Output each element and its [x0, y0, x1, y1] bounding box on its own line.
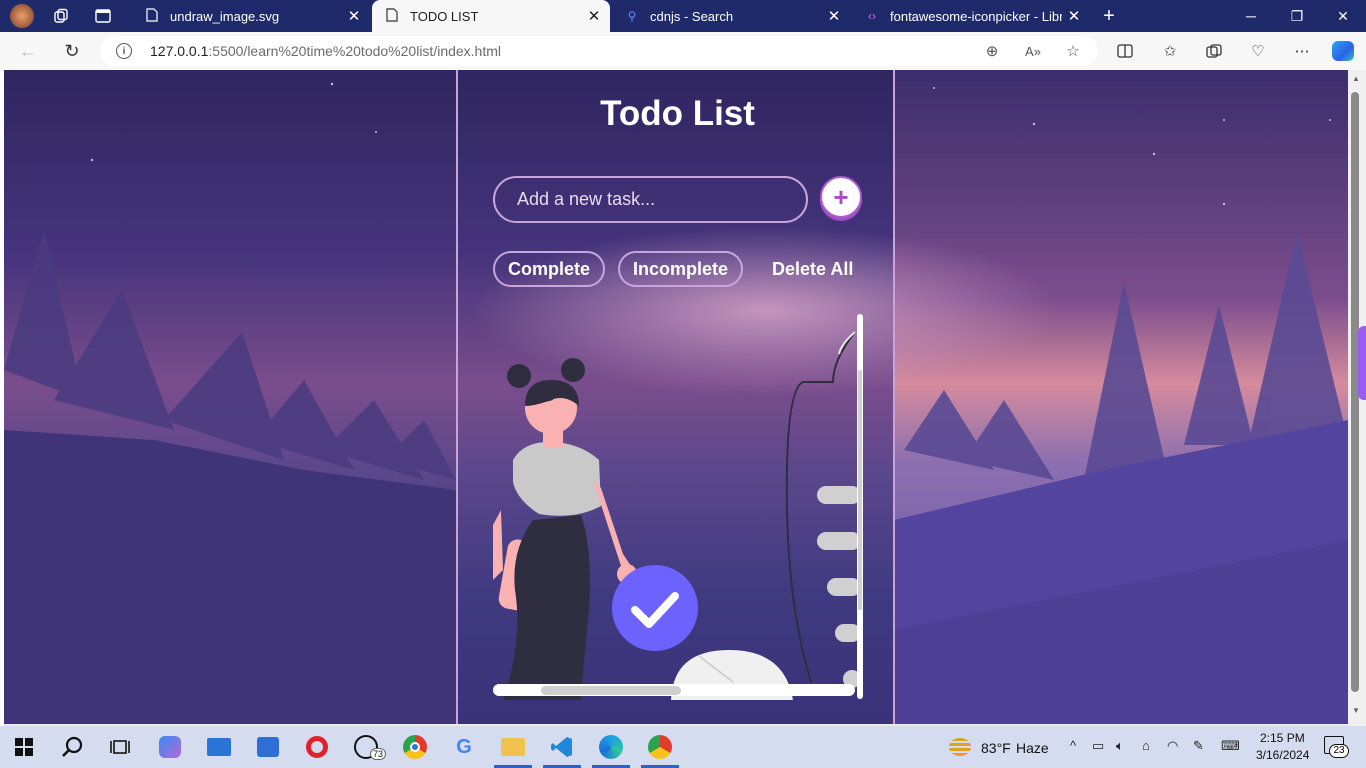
keyboard-icon[interactable]: ⌨	[1221, 738, 1240, 754]
list-vertical-scroll-thumb[interactable]	[858, 370, 862, 610]
notification-count: 23	[1329, 744, 1349, 758]
code-icon: ‹›	[868, 9, 876, 23]
weather-temperature[interactable]: 83°F	[981, 740, 1011, 756]
meet-now-icon[interactable]: ⌂	[1142, 738, 1150, 753]
more-menu-icon[interactable]: ⋯	[1290, 40, 1314, 62]
check-circle-icon	[612, 565, 698, 651]
file-icon	[144, 7, 160, 25]
clock-time[interactable]: 2:15 PM	[1260, 731, 1305, 745]
list-horizontal-scroll-thumb[interactable]	[541, 686, 681, 695]
whatsapp-badge: 73	[370, 748, 387, 760]
close-icon[interactable]: ✕	[1062, 7, 1086, 25]
new-tab-icon[interactable]: +	[1098, 5, 1120, 27]
restore-button[interactable]: ❐	[1274, 0, 1320, 32]
volume-icon[interactable]: 🔈︎	[1116, 738, 1124, 754]
tab-title: TODO LIST	[410, 8, 479, 24]
mail-icon[interactable]	[206, 734, 232, 760]
zoom-icon[interactable]: ⊕	[981, 41, 1003, 61]
browser-essentials-icon[interactable]: ♡	[1246, 40, 1270, 62]
opera-icon[interactable]	[304, 734, 330, 760]
tab-undraw-image[interactable]: undraw_image.svg ✕	[132, 0, 370, 32]
profile-avatar[interactable]	[10, 4, 34, 28]
windows-taskbar: 73 G 83°F Haze ^ ▭ 🔈︎ ⌂ ◠ ✎ ⌨ 2:15 PM 3/…	[0, 726, 1366, 768]
filter-incomplete-button[interactable]: Incomplete	[618, 251, 743, 287]
weather-description[interactable]: Haze	[1016, 740, 1049, 756]
close-icon[interactable]: ✕	[342, 7, 366, 25]
windows-start-icon[interactable]	[11, 734, 37, 760]
favorite-star-icon[interactable]: ☆	[1062, 41, 1084, 61]
task-input[interactable]	[493, 176, 808, 223]
empty-state-illustration	[493, 310, 863, 700]
delete-all-button[interactable]: Delete All	[772, 259, 853, 280]
haze-weather-icon[interactable]	[947, 734, 973, 760]
favorites-icon[interactable]: ✩	[1158, 40, 1182, 62]
search-icon: ⚲	[627, 9, 637, 23]
back-icon[interactable]: ←	[14, 38, 42, 64]
todo-app-panel: Todo List + Complete Incomplete Delete A…	[456, 70, 895, 724]
copilot-taskbar-icon[interactable]	[157, 734, 183, 760]
tab-title: cdnjs - Search	[650, 8, 734, 24]
close-icon[interactable]: ✕	[822, 7, 846, 25]
workspaces-icon[interactable]	[50, 6, 72, 26]
url-path: :5500/learn%20time%20todo%20list/index.h…	[208, 43, 502, 59]
address-bar[interactable]: i 127.0.0.1:5500/learn%20time%20todo%20l…	[100, 36, 1098, 66]
close-window-button[interactable]: ✕	[1320, 0, 1366, 32]
pen-icon[interactable]: ✎	[1193, 738, 1204, 754]
url-text[interactable]: 127.0.0.1:5500/learn%20time%20todo%20lis…	[150, 43, 501, 59]
microsoft-store-icon[interactable]	[255, 734, 281, 760]
close-icon[interactable]: ✕	[582, 7, 606, 25]
collections-icon[interactable]	[1202, 40, 1226, 62]
edge-icon[interactable]	[598, 734, 624, 760]
vscode-icon[interactable]	[549, 734, 575, 760]
google-icon[interactable]: G	[451, 734, 477, 760]
tab-title: undraw_image.svg	[170, 8, 280, 24]
tab-todo-list[interactable]: TODO LIST ✕	[372, 0, 610, 32]
info-icon[interactable]: i	[116, 43, 132, 59]
page-viewport: Todo List + Complete Incomplete Delete A…	[4, 70, 1348, 724]
tab-title: fontawesome-iconpicker - Librar	[890, 8, 1062, 24]
show-hidden-icons-chevron-icon[interactable]: ^	[1070, 738, 1076, 753]
browser-tab-strip: undraw_image.svg ✕ TODO LIST ✕ ⚲ cdnjs -…	[0, 0, 1366, 32]
tab-fontawesome-iconpicker[interactable]: ‹› fontawesome-iconpicker - Librar ✕	[852, 0, 1090, 32]
browser-toolbar: ← ↻ i 127.0.0.1:5500/learn%20time%20todo…	[0, 32, 1366, 70]
battery-icon[interactable]: ▭	[1092, 738, 1104, 754]
plus-icon: +	[833, 181, 849, 212]
chrome-profile-icon[interactable]	[647, 734, 673, 760]
refresh-icon[interactable]: ↻	[58, 38, 86, 64]
tab-cdnjs-search[interactable]: ⚲ cdnjs - Search ✕	[612, 0, 850, 32]
add-task-button[interactable]: +	[820, 176, 862, 218]
app-title: Todo List	[600, 94, 755, 133]
chrome-icon[interactable]	[402, 734, 428, 760]
clock-date[interactable]: 3/16/2024	[1256, 748, 1309, 762]
file-explorer-icon[interactable]	[500, 734, 526, 760]
url-host: 127.0.0.1	[150, 43, 209, 59]
copilot-icon[interactable]	[1332, 41, 1354, 61]
task-view-icon[interactable]	[107, 734, 133, 760]
sidebar-toggle-tab[interactable]	[1358, 326, 1366, 400]
read-aloud-icon[interactable]: A»	[1022, 41, 1044, 61]
split-screen-icon[interactable]	[1113, 40, 1137, 62]
filter-complete-button[interactable]: Complete	[493, 251, 605, 287]
minimize-button[interactable]: ─	[1228, 0, 1274, 32]
wifi-icon[interactable]: ◠	[1167, 738, 1178, 754]
search-icon[interactable]	[59, 734, 85, 760]
tab-actions-icon[interactable]	[92, 6, 114, 26]
scroll-down-icon[interactable]: ▼	[1350, 706, 1362, 716]
scroll-up-icon[interactable]: ▲	[1350, 74, 1362, 84]
file-icon	[384, 7, 400, 25]
